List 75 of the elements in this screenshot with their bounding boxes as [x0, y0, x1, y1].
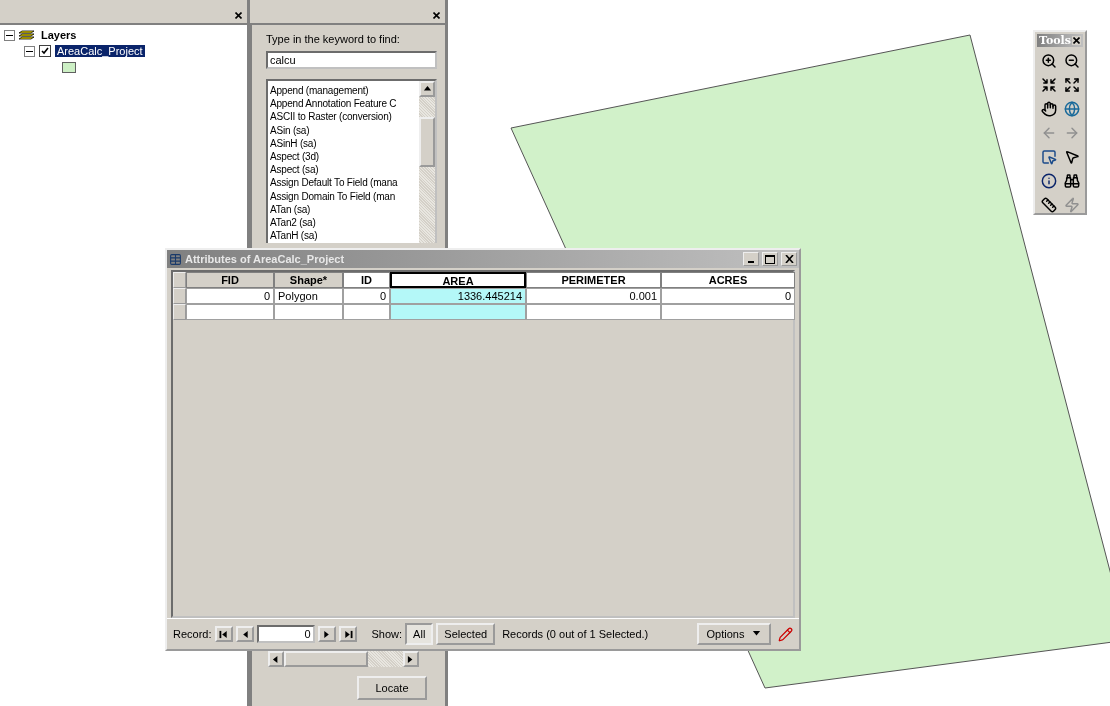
table-cell: Polygon [274, 288, 343, 304]
last-record-icon [342, 629, 353, 639]
result-item[interactable]: Append Annotation Feature C [270, 97, 397, 111]
record-label: Record: [173, 628, 212, 640]
select-elements-icon[interactable] [1040, 149, 1057, 165]
last-record-button[interactable] [338, 626, 357, 642]
close-toolbar-button[interactable] [1072, 36, 1081, 45]
previous-record-button[interactable] [235, 626, 254, 642]
window-title: Attributes of AreaCalc_Project [185, 253, 346, 265]
column-header[interactable]: AREA [390, 272, 526, 288]
records-status: Records (0 out of 1 Selected.) [502, 628, 649, 640]
polygon-symbol-swatch [62, 61, 76, 73]
result-item[interactable]: ATan2 (sa) [270, 215, 316, 230]
first-record-button[interactable] [214, 626, 233, 642]
table-cell: 0 [186, 288, 274, 304]
next-icon [321, 629, 332, 639]
close-panel-button[interactable] [432, 11, 441, 20]
result-item[interactable]: ASCII to Raster (conversion) [270, 110, 392, 124]
result-item[interactable]: ASin (sa) [270, 123, 310, 137]
maximize-button[interactable] [762, 252, 778, 266]
globe-icon[interactable] [1063, 101, 1080, 117]
close-panel-button[interactable] [234, 11, 243, 20]
result-item[interactable]: Append (management) [270, 84, 369, 98]
expand-arrows-icon[interactable] [1063, 77, 1080, 93]
result-item[interactable]: ASinH (sa) [270, 136, 317, 150]
table-cell: 1336.445214 [390, 288, 526, 304]
table-cell: 0 [343, 288, 390, 304]
shrink-arrows-icon[interactable] [1040, 77, 1057, 93]
pencil-icon[interactable] [778, 626, 793, 642]
locate-button[interactable]: Locate [357, 676, 427, 700]
layers-icon [19, 29, 35, 41]
keyword-field[interactable]: calcu [266, 51, 437, 69]
result-item[interactable]: Assign Domain To Field (man [270, 189, 396, 203]
column-header[interactable]: ACRES [661, 272, 795, 288]
show-toggle[interactable]: Selected [436, 623, 496, 645]
result-item[interactable]: Aspect (sa) [270, 163, 319, 177]
table-icon [169, 252, 182, 266]
result-item[interactable]: Assign Default To Field (mana [270, 176, 398, 190]
result-item[interactable]: ATanH (sa) [270, 229, 318, 243]
layer-name[interactable]: AreaCalc_Project [55, 45, 145, 57]
ruler-icon[interactable] [1040, 197, 1057, 213]
record-field[interactable]: 0 [256, 625, 315, 643]
show-toggle[interactable]: All [405, 623, 434, 645]
close-icon [784, 255, 794, 263]
table-cell: 0 [661, 288, 795, 304]
options-button[interactable]: Options [697, 623, 771, 645]
horizontal-scrollbar[interactable] [268, 651, 419, 667]
layers-label[interactable]: Layers [39, 29, 79, 41]
info-icon[interactable] [1040, 173, 1057, 189]
show-label: Show: [371, 628, 403, 640]
next-record-button[interactable] [317, 626, 336, 642]
collapse-toggle[interactable] [4, 29, 15, 41]
binoculars-icon[interactable] [1063, 173, 1080, 189]
collapse-toggle[interactable] [24, 45, 35, 57]
result-item[interactable]: ATan (sa) [270, 202, 311, 216]
zoom-in-icon[interactable] [1040, 53, 1057, 69]
column-header[interactable]: FID [186, 272, 274, 288]
column-header[interactable]: PERIMETER [526, 272, 661, 288]
close-button[interactable] [781, 252, 797, 266]
toolbar-title: Tools [1039, 34, 1071, 47]
hand-pan-icon[interactable] [1040, 101, 1057, 117]
minimize-button[interactable] [743, 252, 759, 266]
search-prompt: Type in the keyword to find: [266, 33, 401, 45]
vertical-scrollbar[interactable] [419, 81, 435, 243]
zoom-out-icon[interactable] [1063, 53, 1080, 69]
pointer-icon[interactable] [1063, 149, 1080, 165]
result-item[interactable]: Aspect (3d) [270, 149, 319, 164]
maximize-icon [765, 254, 775, 264]
column-header[interactable]: ID [343, 272, 390, 288]
column-header[interactable]: Shape* [274, 272, 343, 288]
scroll-thumb[interactable] [284, 651, 368, 667]
scroll-thumb[interactable] [419, 117, 435, 167]
first-record-icon [218, 629, 229, 639]
layer-checkbox[interactable] [39, 45, 51, 57]
table-cell: 0.001 [526, 288, 661, 304]
